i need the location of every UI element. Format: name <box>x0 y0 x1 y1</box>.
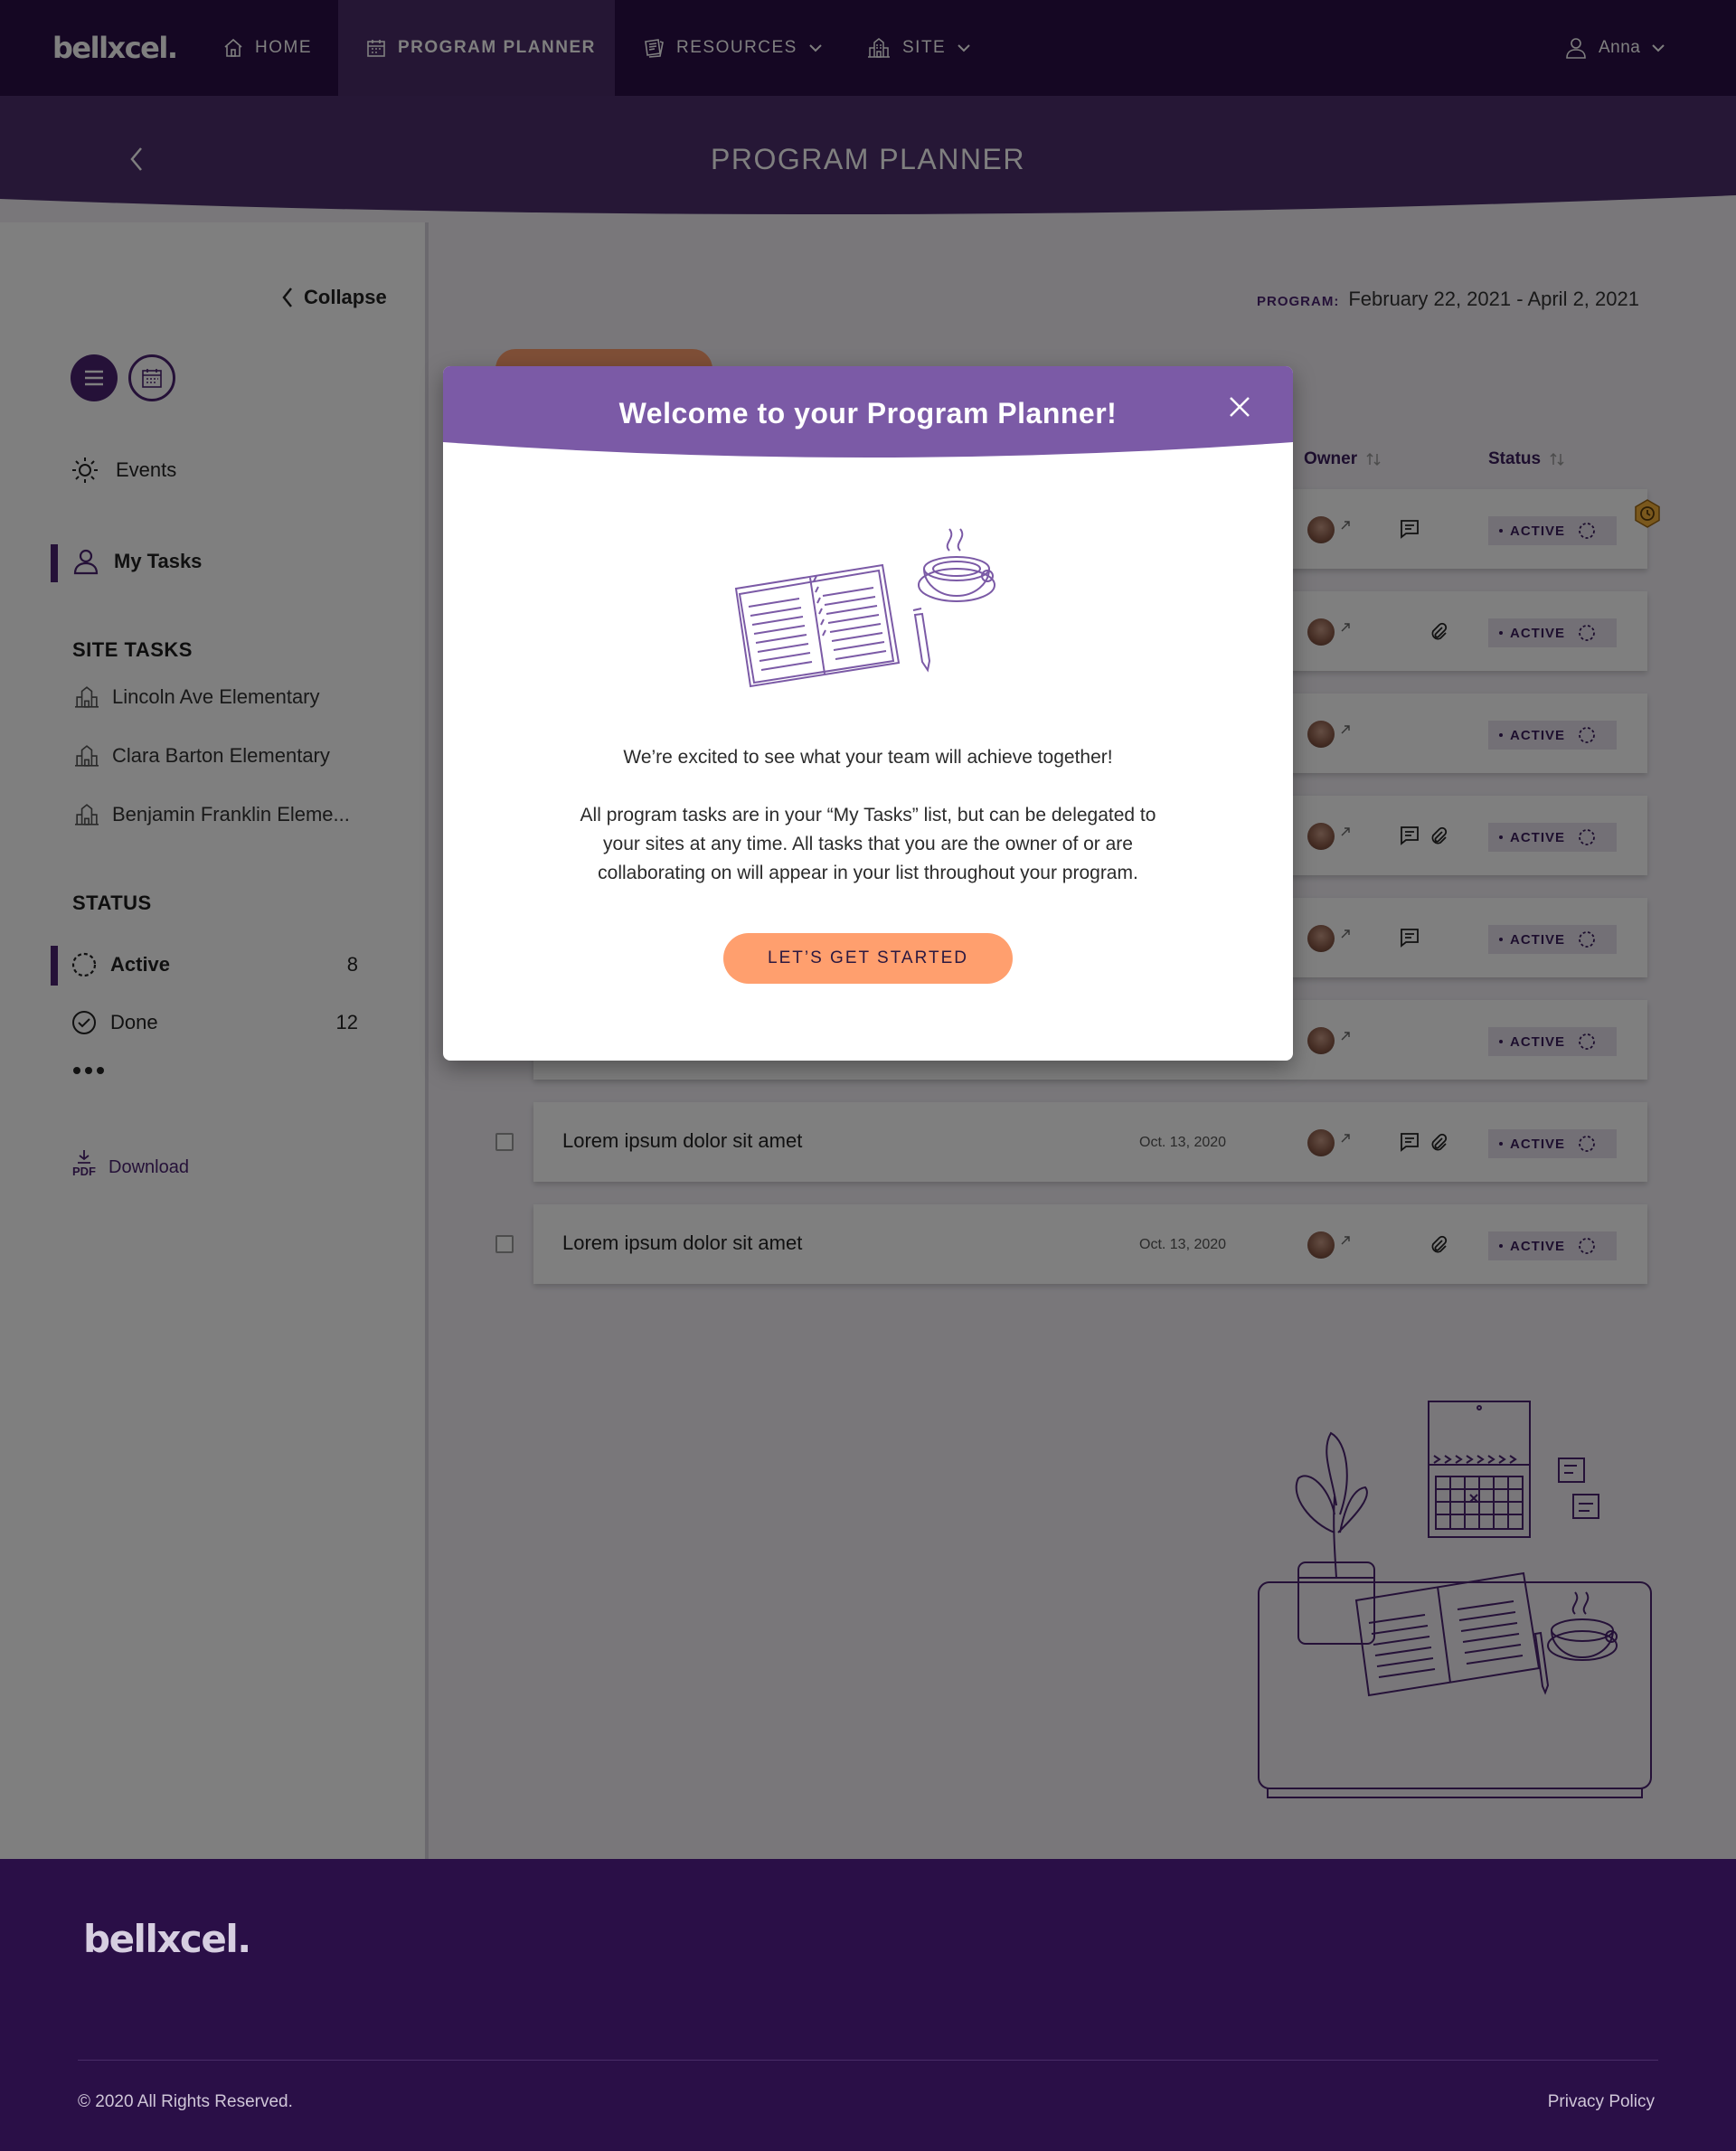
modal-body-line: collaborating on will appear in your lis… <box>598 863 1138 883</box>
close-icon <box>1226 393 1253 420</box>
footer: bellxcel. © 2020 All Rights Reserved. Pr… <box>0 1859 1736 2151</box>
privacy-policy-link[interactable]: Privacy Policy <box>1548 2092 1655 2112</box>
modal-body-line: your sites at any time. All tasks that y… <box>603 834 1133 854</box>
modal-title: Welcome to your Program Planner! <box>618 397 1118 429</box>
notebook-coffee-illustration <box>731 518 1002 699</box>
footer-divider <box>78 2060 1658 2061</box>
welcome-modal: Welcome to your Program Planner! We’re e… <box>443 366 1293 1061</box>
footer-logo[interactable]: bellxcel. <box>83 1917 251 1961</box>
lets-get-started-button[interactable]: LET’S GET STARTED <box>723 933 1013 984</box>
modal-intro-text: We’re excited to see what your team will… <box>623 747 1113 768</box>
copyright-text: © 2020 All Rights Reserved. <box>78 2092 293 2111</box>
modal-close-button[interactable] <box>1226 393 1253 420</box>
modal-body-line: All program tasks are in your “My Tasks”… <box>580 805 1156 825</box>
